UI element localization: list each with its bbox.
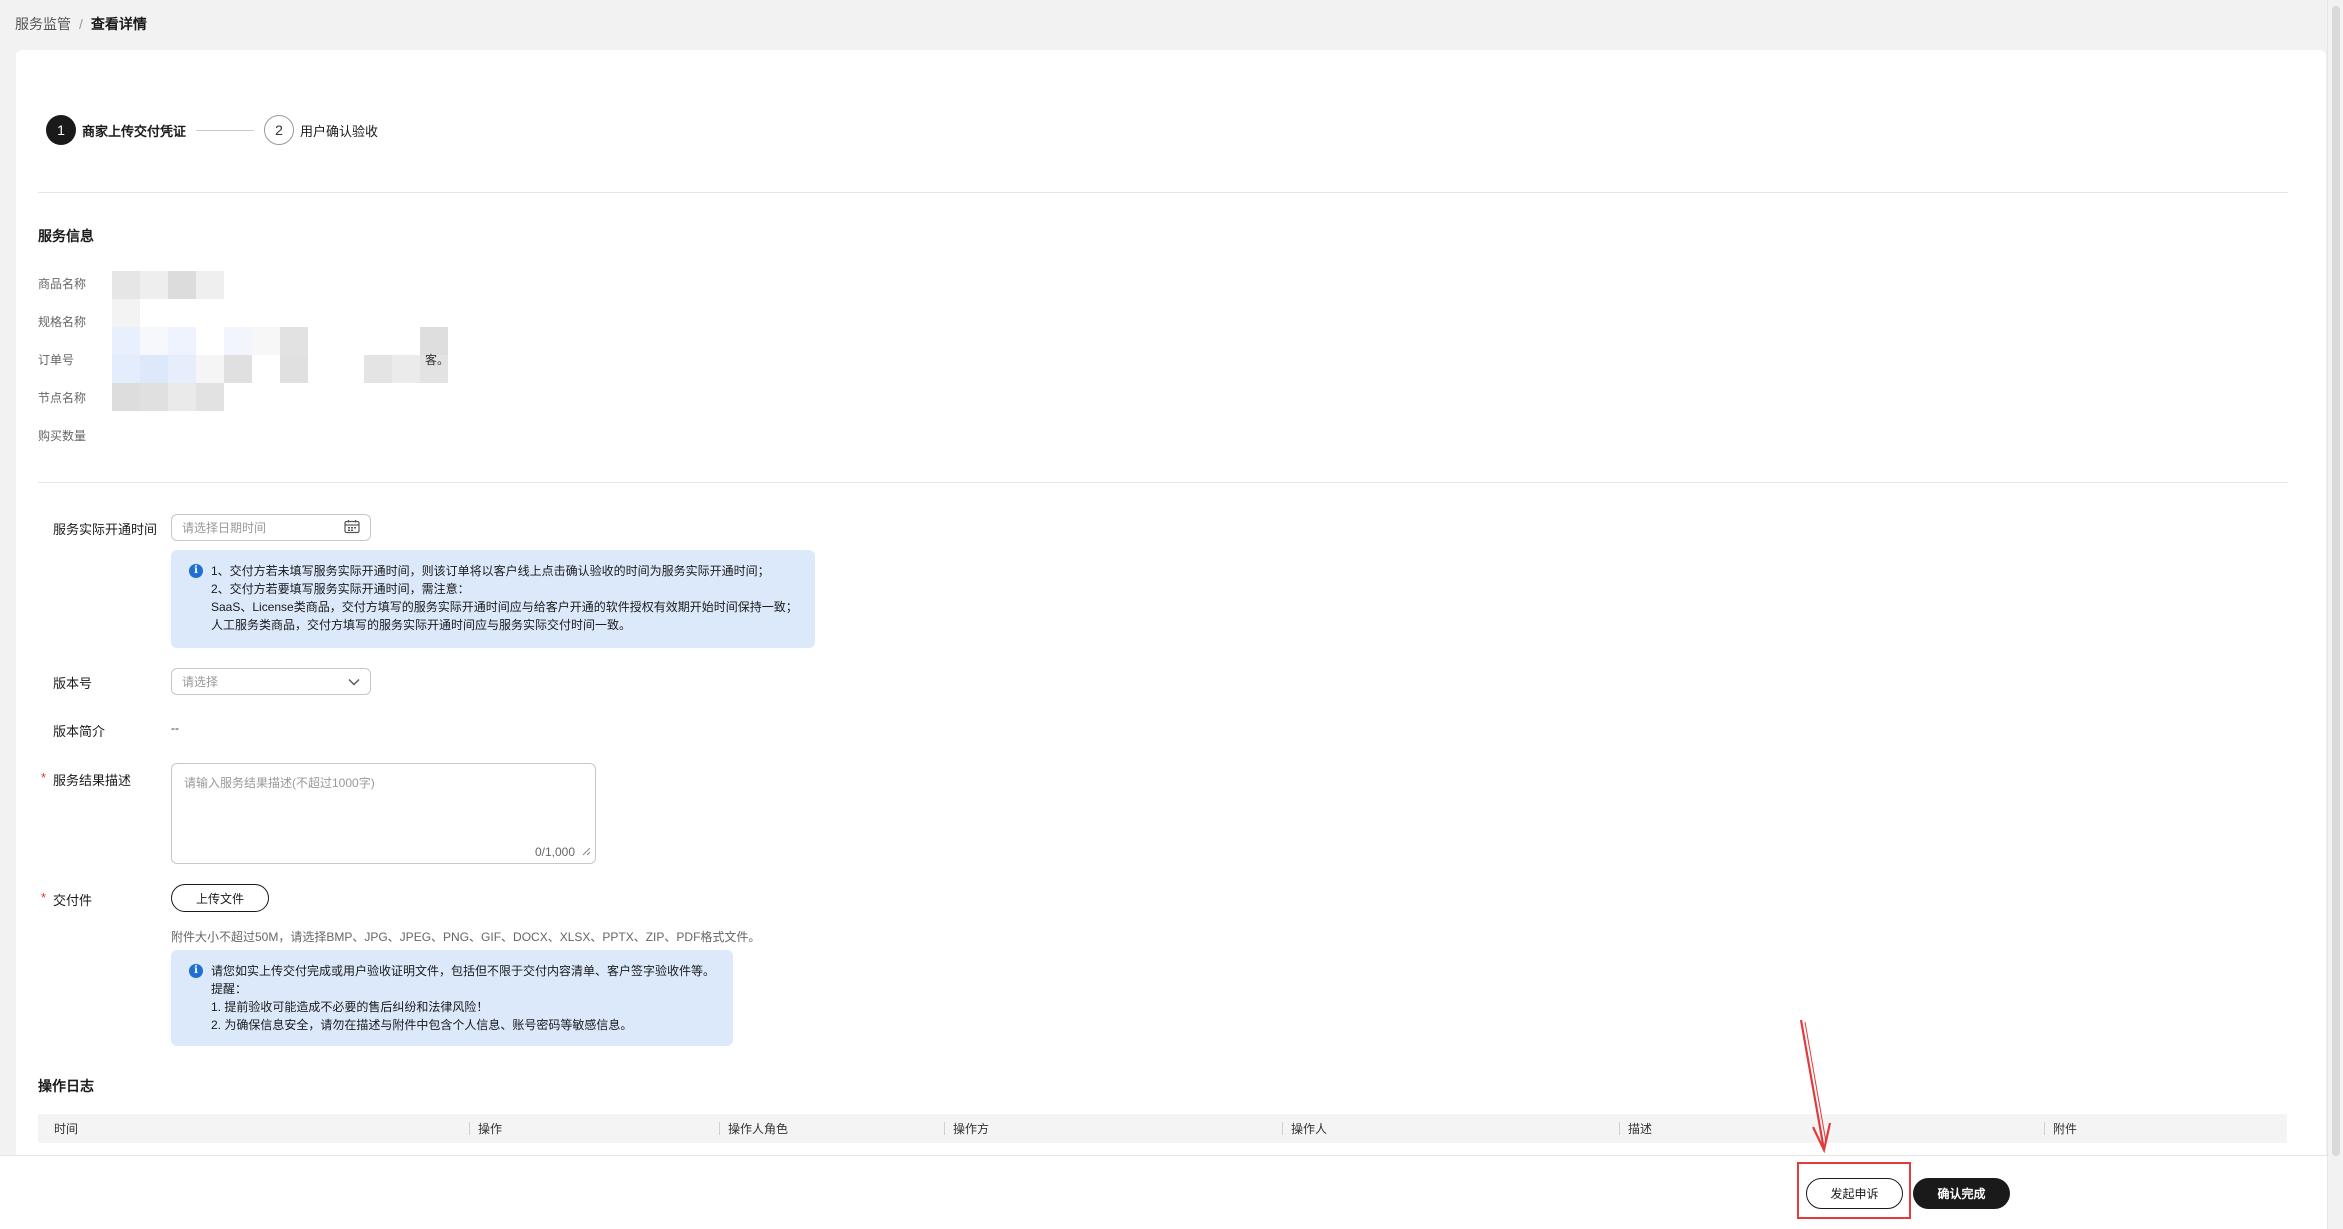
result-desc-label-wrap: * 服务结果描述 xyxy=(41,770,132,789)
page-scrollbar[interactable] xyxy=(2327,0,2343,1229)
notice-line: 请您如实上传交付完成或用户验收证明文件，包括但不限于交付内容清单、客户签字验收件… xyxy=(211,964,716,978)
breadcrumb-current: 查看详情 xyxy=(90,16,147,32)
section-divider xyxy=(38,192,2288,193)
product-name-label: 商品名称 xyxy=(38,277,87,291)
column-header-description: 描述 xyxy=(1619,1114,1652,1143)
deliverable-notice: i 请您如实上传交付完成或用户验收证明文件，包括但不限于交付内容清单、客户签字验… xyxy=(171,950,733,1046)
notice-line: 提醒： xyxy=(211,982,248,996)
service-info-title: 服务信息 xyxy=(38,228,94,244)
breadcrumb: 服务监管 / 查看详情 xyxy=(15,14,147,34)
quantity-label: 购买数量 xyxy=(38,429,87,443)
annotation-arrow-icon xyxy=(1799,1019,1832,1154)
operation-log-table-header: 时间 操作 操作人角色 操作方 操作人 描述 附件 xyxy=(38,1114,2287,1143)
required-mark: * xyxy=(41,770,47,785)
upload-file-button[interactable]: 上传文件 xyxy=(171,884,269,912)
version-desc-label: 版本简介 xyxy=(53,724,106,739)
result-desc-textarea[interactable] xyxy=(172,764,595,863)
info-icon: i xyxy=(189,564,203,578)
step-1-label: 商家上传交付凭证 xyxy=(82,123,187,139)
breadcrumb-link-service-supervision[interactable]: 服务监管 xyxy=(15,16,71,32)
column-header-time: 时间 xyxy=(54,1122,79,1136)
upload-hint: 附件大小不超过50M，请选择BMP、JPG、JPEG、PNG、GIF、DOCX、… xyxy=(171,930,761,944)
complain-button[interactable]: 发起申诉 xyxy=(1806,1178,1903,1209)
version-desc-value: -- xyxy=(171,721,179,735)
progress-steps: 1 商家上传交付凭证 2 用户确认验收 xyxy=(46,115,378,145)
resize-handle-icon[interactable] xyxy=(582,844,591,859)
required-mark: * xyxy=(41,890,47,905)
char-counter: 0/1,000 xyxy=(534,845,575,859)
open-time-picker[interactable] xyxy=(171,514,371,541)
open-time-input[interactable] xyxy=(182,520,360,535)
footer-action-bar: 发起申诉 确认完成 xyxy=(0,1155,2327,1229)
deliverable-label-wrap: * 交付件 xyxy=(41,890,93,909)
spec-name-redacted xyxy=(112,299,140,327)
result-desc-label: 服务结果描述 xyxy=(53,773,132,788)
spec-name-label: 规格名称 xyxy=(38,315,87,329)
version-label: 版本号 xyxy=(53,676,93,691)
breadcrumb-separator: / xyxy=(79,16,83,32)
step-2-label: 用户确认验收 xyxy=(300,123,379,139)
open-time-label: 服务实际开通时间 xyxy=(53,522,158,537)
chevron-down-icon xyxy=(348,675,360,689)
order-no-suffix: 客。 xyxy=(425,353,450,367)
deliverable-label: 交付件 xyxy=(53,893,93,908)
scrollbar-thumb[interactable] xyxy=(2332,6,2340,1156)
operation-log-title: 操作日志 xyxy=(38,1078,94,1094)
order-no-label: 订单号 xyxy=(38,353,75,367)
confirm-complete-button[interactable]: 确认完成 xyxy=(1913,1178,2010,1209)
section-divider xyxy=(38,482,2288,483)
order-no-redacted xyxy=(112,327,448,383)
calendar-icon[interactable] xyxy=(344,519,360,536)
result-desc-textarea-wrap: 0/1,000 xyxy=(171,763,596,864)
column-header-operation: 操作 xyxy=(469,1114,502,1143)
version-select[interactable]: 请选择 xyxy=(171,668,371,695)
open-time-notice: i 1、交付方若未填写服务实际开通时间，则该订单将以客户线上点击确认验收的时间为… xyxy=(171,550,815,648)
node-name-label: 节点名称 xyxy=(38,391,87,405)
notice-line: 1. 提前验收可能造成不必要的售后纠纷和法律风险！ xyxy=(211,1000,489,1014)
notice-line: SaaS、License类商品，交付方填写的服务实际开通时间应与给客户开通的软件… xyxy=(211,600,798,614)
step-connector xyxy=(196,129,255,131)
notice-line: 2、交付方若要填写服务实际开通时间，需注意： xyxy=(211,582,470,596)
column-header-operator-role: 操作人角色 xyxy=(719,1114,788,1143)
product-name-redacted xyxy=(112,271,224,299)
column-header-operator: 操作人 xyxy=(1282,1114,1327,1143)
info-icon: i xyxy=(189,964,203,978)
step-2-number: 2 xyxy=(264,115,295,145)
notice-line: 1、交付方若未填写服务实际开通时间，则该订单将以客户线上点击确认验收的时间为服务… xyxy=(211,564,770,578)
node-name-redacted xyxy=(112,383,224,411)
version-select-placeholder: 请选择 xyxy=(182,675,219,689)
column-header-operating-party: 操作方 xyxy=(944,1114,989,1143)
notice-line: 2. 为确保信息安全，请勿在描述与附件中包含个人信息、账号密码等敏感信息。 xyxy=(211,1018,633,1032)
notice-line: 人工服务类商品，交付方填写的服务实际开通时间应与服务实际交付时间一致。 xyxy=(211,618,632,632)
column-header-attachment: 附件 xyxy=(2044,1114,2077,1143)
step-1-number: 1 xyxy=(46,115,76,145)
detail-card: 1 商家上传交付凭证 2 用户确认验收 服务信息 商品名称 规格名称 订单号 节… xyxy=(16,50,2326,1160)
